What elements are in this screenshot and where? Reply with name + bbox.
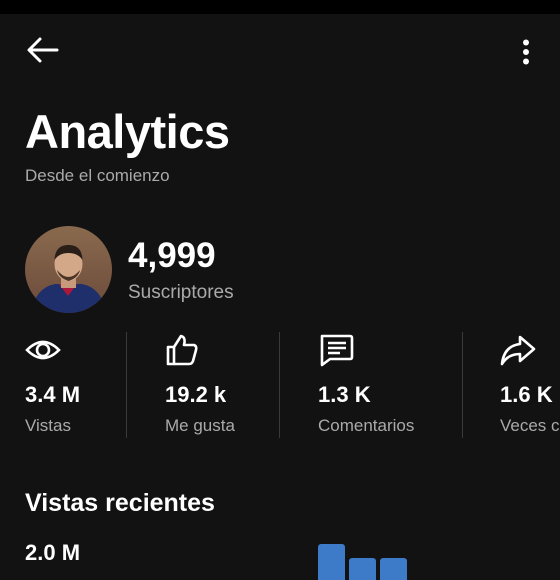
status-bar <box>0 0 560 14</box>
share-icon <box>500 332 536 368</box>
recent-views-value: 2.0 M <box>25 540 81 565</box>
eye-icon <box>25 332 61 368</box>
back-button[interactable] <box>20 32 66 72</box>
stat-views-label: Vistas <box>25 416 71 435</box>
more-vert-icon <box>522 39 530 70</box>
comment-icon <box>318 332 354 368</box>
stat-views-value: 3.4 M <box>25 382 81 407</box>
stat-likes-value: 19.2 k <box>165 382 227 407</box>
recent-views-chart <box>318 540 418 580</box>
recent-views-bar <box>349 558 376 580</box>
stats-divider <box>462 332 463 438</box>
stat-comments-label: Comentarios <box>318 416 415 435</box>
recent-views-bar <box>318 544 345 580</box>
stats-divider <box>126 332 127 438</box>
more-options-button[interactable] <box>506 34 546 74</box>
stat-comments-value: 1.3 K <box>318 382 371 407</box>
stat-shares-value: 1.6 K <box>500 382 553 407</box>
thumb-up-icon <box>165 332 201 368</box>
subscriber-label: Suscriptores <box>128 282 234 303</box>
page-subtitle: Desde el comienzo <box>25 166 170 185</box>
subscriber-count: 4,999 <box>128 236 216 275</box>
recent-views-title: Vistas recientes <box>25 489 215 517</box>
stat-shares-label: Veces c <box>500 416 560 435</box>
stats-divider <box>279 332 280 438</box>
arrow-left-icon <box>26 36 60 69</box>
stats-row: 3.4 M Vistas 19.2 k Me gusta 1.3 K Comen… <box>0 330 560 438</box>
stat-likes-label: Me gusta <box>165 416 235 435</box>
page-title: Analytics <box>25 105 230 158</box>
channel-avatar[interactable] <box>25 226 112 313</box>
recent-views-bar <box>380 558 407 580</box>
